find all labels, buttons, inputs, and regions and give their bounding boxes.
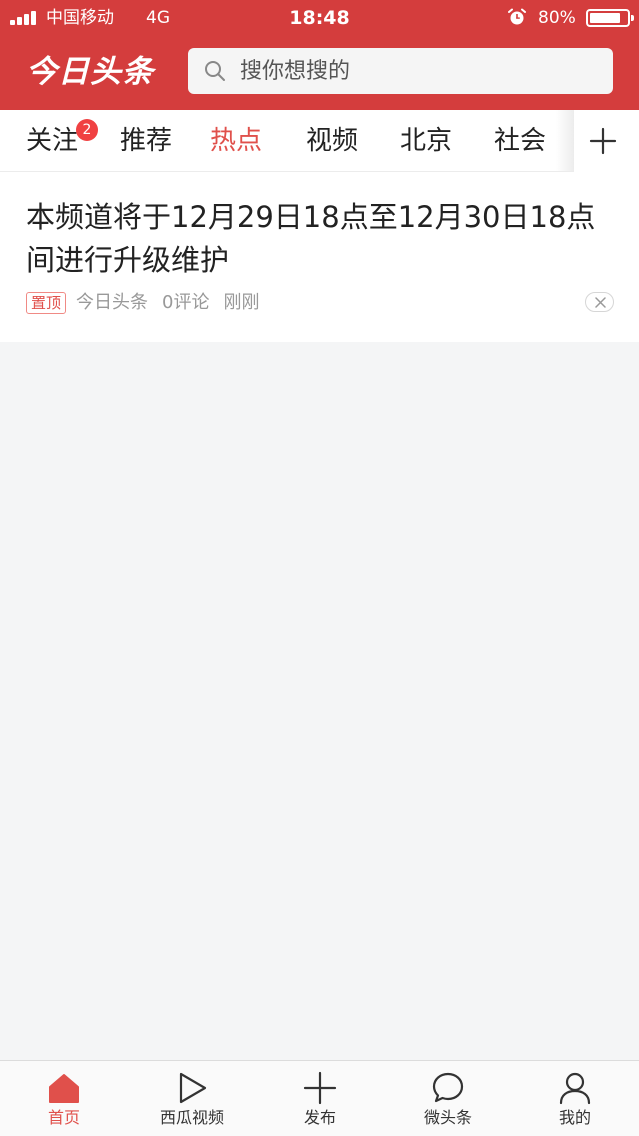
feed-item[interactable]: 本频道将于12月29日18点至12月30日18点间进行升级维护 置顶 今日头条 … xyxy=(0,172,639,342)
alarm-icon xyxy=(508,8,526,25)
battery-icon xyxy=(586,9,634,27)
publish-time: 刚刚 xyxy=(223,292,260,313)
search-input[interactable] xyxy=(240,48,600,94)
article-title[interactable]: 本频道将于12月29日18点至12月30日18点间进行升级维护 xyxy=(26,196,616,282)
app-header: 中国移动 4G 18:48 80% 今日头条 xyxy=(0,0,639,110)
home-icon xyxy=(49,1074,79,1103)
nav-label: 发布 xyxy=(303,1108,336,1127)
user-icon xyxy=(559,1072,591,1105)
tab-hot[interactable]: 热点 xyxy=(210,110,262,172)
nav-label: 西瓜视频 xyxy=(159,1108,224,1127)
chat-bubble-icon xyxy=(432,1072,464,1103)
tab-label: 北京 xyxy=(400,126,453,156)
app-logo: 今日头条 xyxy=(26,54,154,90)
plus-icon xyxy=(589,127,617,155)
nav-label: 我的 xyxy=(558,1108,591,1127)
app-bar: 今日头条 xyxy=(0,36,639,110)
close-icon xyxy=(595,297,606,308)
plus-icon xyxy=(303,1071,337,1105)
nav-home[interactable]: 首页 xyxy=(0,1061,128,1136)
tab-label: 关注 xyxy=(26,126,79,156)
comment-count: 0评论 xyxy=(162,292,210,313)
nav-label: 微头条 xyxy=(423,1108,472,1127)
pinned-tag: 置顶 xyxy=(26,292,67,314)
dismiss-button[interactable] xyxy=(585,292,614,312)
tab-following[interactable]: 关注 2 xyxy=(26,110,98,172)
article-source[interactable]: 今日头条 xyxy=(76,290,148,316)
tab-label: 社会 xyxy=(494,126,547,156)
nav-publish[interactable]: 发布 xyxy=(256,1061,384,1136)
tab-society[interactable]: 社会 xyxy=(494,110,546,172)
battery-percent: 80% xyxy=(538,8,576,28)
tab-label: 视频 xyxy=(306,126,359,156)
tab-label: 热点 xyxy=(210,126,263,156)
nav-label: 首页 xyxy=(47,1108,80,1127)
tab-recommended[interactable]: 推荐 xyxy=(120,110,172,172)
nav-weitoutiao[interactable]: 微头条 xyxy=(384,1061,512,1136)
nav-profile[interactable]: 我的 xyxy=(511,1061,639,1136)
tab-video[interactable]: 视频 xyxy=(306,110,358,172)
notification-badge: 2 xyxy=(76,119,98,141)
status-bar: 中国移动 4G 18:48 80% xyxy=(0,0,639,36)
tab-label: 推荐 xyxy=(120,126,173,156)
bottom-nav: 首页 西瓜视频 发布 微头条 我的 xyxy=(0,1060,639,1136)
nav-xigua-video[interactable]: 西瓜视频 xyxy=(128,1061,256,1136)
tab-beijing[interactable]: 北京 xyxy=(400,110,452,172)
play-icon xyxy=(179,1072,207,1104)
tabs-fade xyxy=(556,110,574,172)
search-bar[interactable] xyxy=(188,48,613,94)
search-icon xyxy=(205,61,225,81)
add-channel-button[interactable] xyxy=(574,110,639,172)
article-meta: 置顶 今日头条 0评论 刚刚 xyxy=(26,290,273,316)
channel-tabs: 关注 2 推荐 热点 视频 北京 社会 xyxy=(0,110,639,172)
